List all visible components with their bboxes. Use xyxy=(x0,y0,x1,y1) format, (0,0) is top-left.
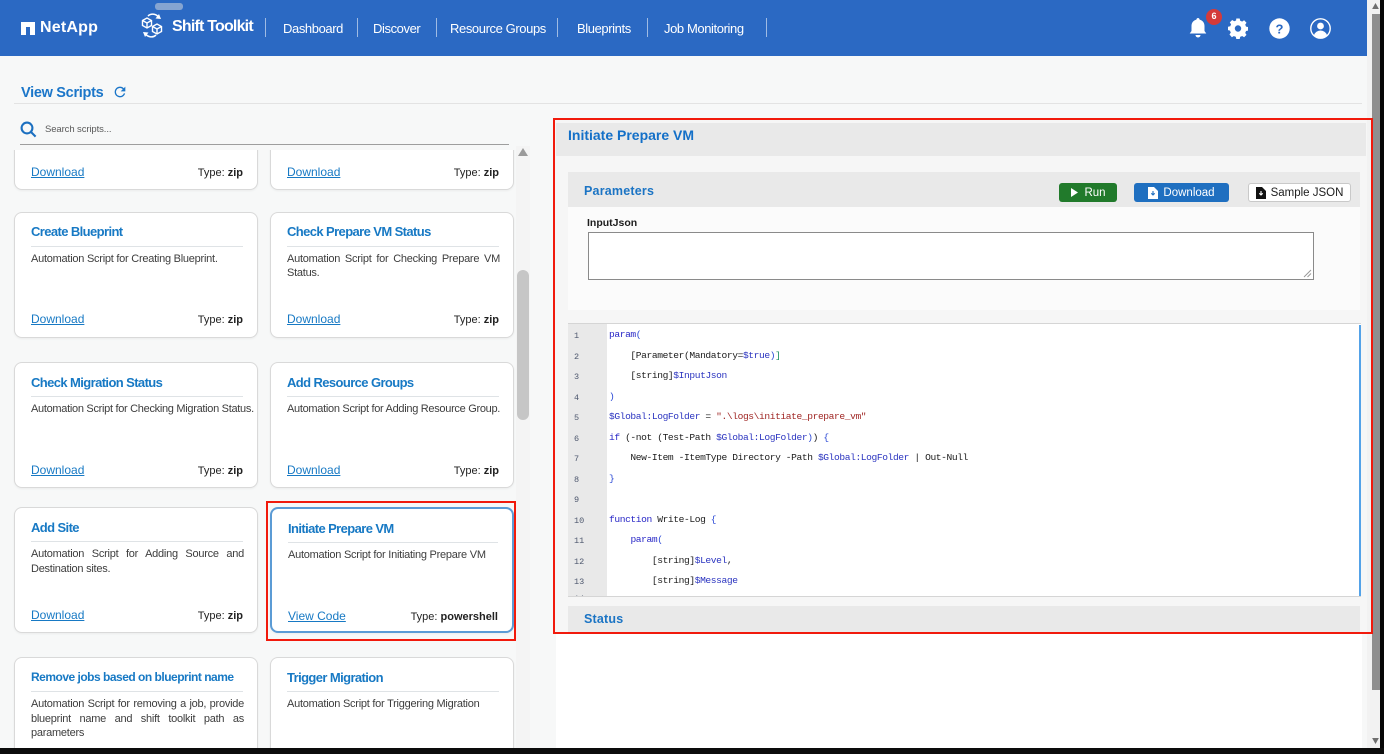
svg-text:?: ? xyxy=(1276,21,1284,36)
